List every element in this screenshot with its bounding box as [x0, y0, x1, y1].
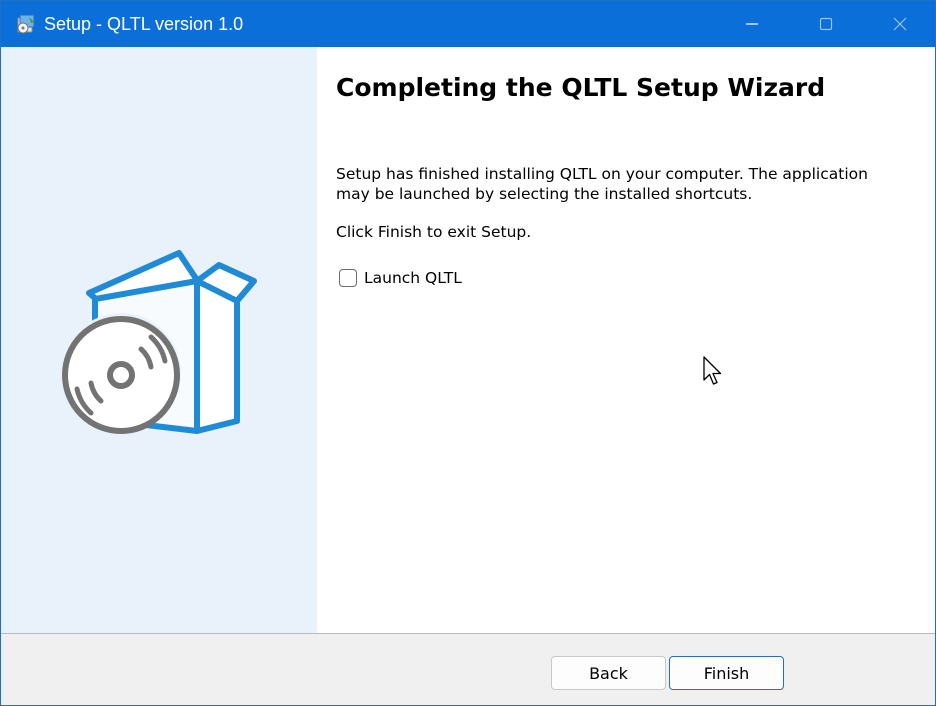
wizard-content: Completing the QLTL Setup Wizard Setup h… — [1, 47, 935, 633]
wizard-footer: Back Finish — [1, 633, 935, 705]
back-button[interactable]: Back — [551, 656, 666, 690]
launch-checkbox[interactable] — [339, 269, 357, 287]
maximize-icon — [819, 17, 833, 31]
exit-instructions: Click Finish to exit Setup. — [336, 223, 532, 241]
wizard-side-panel — [1, 47, 317, 633]
launch-checkbox-label[interactable]: Launch QLTL — [364, 269, 462, 287]
completion-message: Setup has finished installing QLTL on yo… — [336, 165, 868, 203]
finish-button[interactable]: Finish — [669, 656, 784, 690]
minimize-button[interactable] — [715, 1, 789, 47]
minimize-icon — [746, 23, 758, 25]
launch-app-option[interactable]: Launch QLTL — [339, 269, 462, 287]
wizard-heading: Completing the QLTL Setup Wizard — [336, 73, 826, 102]
close-icon — [893, 17, 907, 31]
installer-app-icon — [17, 14, 35, 34]
maximize-button[interactable] — [789, 1, 863, 47]
window-title: Setup - QLTL version 1.0 — [44, 14, 244, 34]
mouse-pointer-icon — [703, 356, 722, 385]
setup-window: Setup - QLTL version 1.0 Completing the … — [0, 0, 936, 706]
close-button[interactable] — [863, 1, 936, 47]
title-bar[interactable]: Setup - QLTL version 1.0 — [1, 1, 935, 47]
box-with-disc-illustration — [61, 250, 257, 434]
